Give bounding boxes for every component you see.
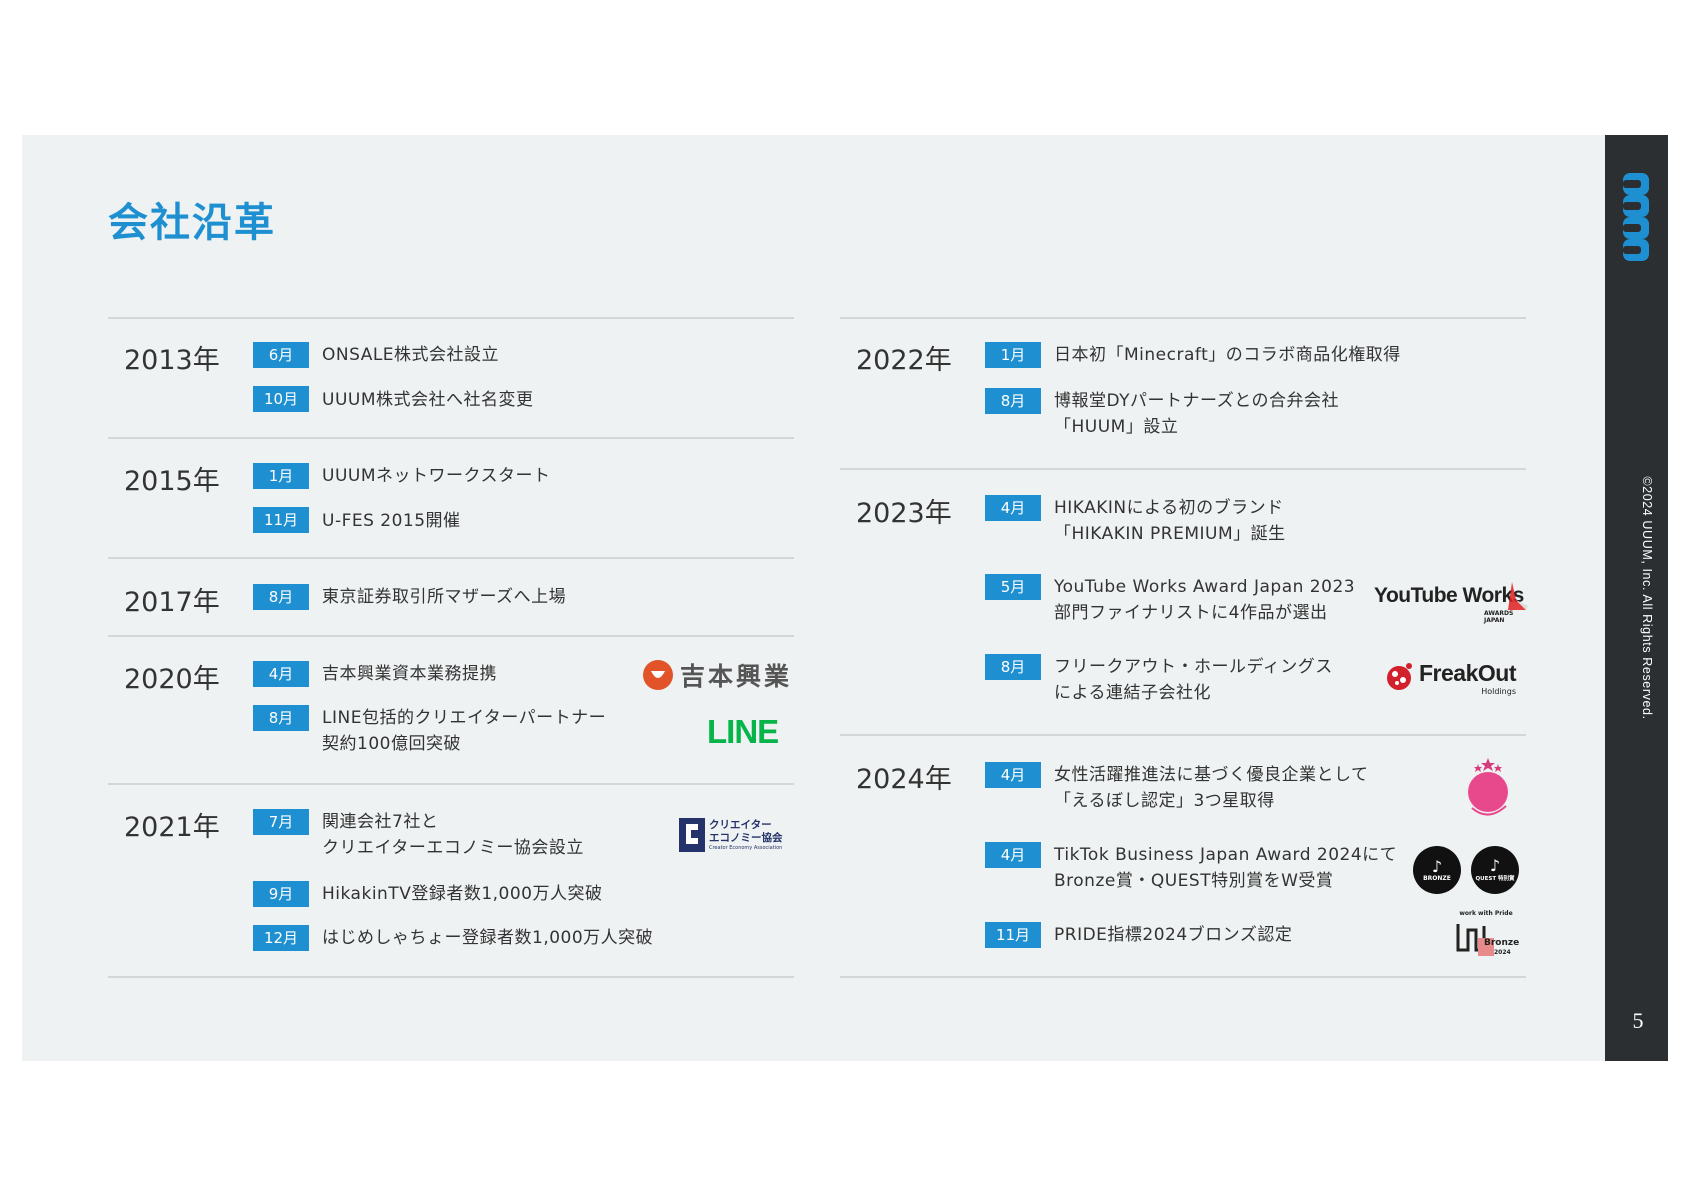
event-text: HIKAKINによる初のブランド [1054, 498, 1284, 518]
year-label: 2013年 [124, 345, 220, 376]
tiktok-note-icon: ♪ [1489, 856, 1501, 875]
year-label: 2017年 [124, 587, 220, 618]
yoshimoto-logo: 吉本興業 [642, 657, 792, 693]
youtube-works-subtext: AWARDS JAPAN [1484, 610, 1514, 624]
event-text: 吉本興業資本業務提携 [322, 664, 497, 684]
tiktok-note-icon: ♪ [1431, 856, 1443, 876]
event-text-line2: 「HIKAKIN PREMIUM」誕生 [1054, 524, 1286, 544]
event-text: YouTube Works Award Japan 2023 [1054, 577, 1356, 597]
event-text: PRIDE指標2024ブロンズ認定 [1054, 925, 1293, 945]
divider [108, 635, 794, 637]
cea-text-line1: クリエイター [709, 819, 772, 831]
youtube-works-awards-logo: YouTube Works AWARDS JAPAN [1374, 582, 1534, 624]
event-text-line2: 「えるぼし認定」3つ星取得 [1054, 791, 1275, 811]
freakout-holdings-logo: FreakOut Holdings [1385, 660, 1516, 696]
eruboshi-star-icon [1481, 758, 1495, 771]
pride-year-text: 2024 [1494, 949, 1511, 956]
month-badge: 10月 [253, 386, 309, 412]
month-badge: 4月 [985, 762, 1041, 788]
event-text: TikTok Business Japan Award 2024にて [1054, 845, 1398, 865]
year-label: 2022年 [856, 345, 952, 376]
eruboshi-certification-logo [1468, 758, 1508, 816]
month-badge: 11月 [985, 922, 1041, 948]
line-logo: LINE [707, 713, 779, 750]
event-text-line2: 契約100億回突破 [322, 734, 461, 754]
month-badge: 9月 [253, 881, 309, 907]
divider [108, 317, 794, 319]
event-text: フリークアウト・ホールディングス [1054, 657, 1333, 677]
month-badge: 11月 [253, 507, 309, 533]
copyright-text: ©2024 UUUM, Inc. All Rights Reserved. [1640, 476, 1654, 720]
event-text: 日本初「Minecraft」のコラボ商品化権取得 [1054, 345, 1401, 365]
month-badge: 8月 [253, 584, 309, 610]
event-text: HikakinTV登録者数1,000万人突破 [322, 884, 603, 904]
freakout-mark-icon [1387, 663, 1412, 690]
event-text-line2: Bronze賞・QUEST特別賞をW受賞 [1054, 871, 1334, 891]
divider [108, 437, 794, 439]
month-badge: 8月 [985, 654, 1041, 680]
event-text: UUUMネットワークスタート [322, 466, 551, 486]
page-title: 会社沿革 [108, 200, 276, 246]
divider [840, 468, 1526, 470]
copyright-notice: ©2024 UUUM, Inc. All Rights Reserved. [1637, 476, 1657, 720]
cea-subtext: Creator Economy Association [709, 845, 783, 851]
freakout-subtext: Holdings [1481, 687, 1516, 696]
creator-economy-association-logo: クリエイター エコノミー協会 Creator Economy Associati… [679, 818, 783, 852]
month-badge: 4月 [985, 495, 1041, 521]
youtube-works-flag-icon [1508, 582, 1528, 610]
event-text-line2: 部門ファイナリストに4作品が選出 [1054, 603, 1328, 623]
event-text: 東京証券取引所マザーズへ上場 [322, 587, 567, 607]
year-label: 2021年 [124, 812, 220, 843]
month-badge: 12月 [253, 925, 309, 951]
pride-bronze-text: Bronze [1484, 938, 1520, 948]
youtube-works-text: YouTube Works [1374, 584, 1524, 607]
cea-mark-icon [679, 818, 705, 852]
month-badge: 7月 [253, 809, 309, 835]
event-text: UUUM株式会社へ社名変更 [322, 390, 534, 410]
event-text: U-FES 2015開催 [322, 511, 461, 531]
tiktok-bronze-text: BRONZE [1423, 874, 1451, 882]
divider [840, 317, 1526, 319]
year-label: 2023年 [856, 498, 952, 529]
divider [108, 976, 794, 978]
divider [108, 783, 794, 785]
month-badge: 6月 [253, 342, 309, 368]
event-text: ONSALE株式会社設立 [322, 345, 500, 365]
pride-index-bronze-logo: work with Pride Bronze 2024 [1454, 910, 1520, 962]
month-badge: 8月 [253, 705, 309, 731]
uuum-logo [1623, 173, 1649, 261]
tiktok-quest-award-badge: ♪ QUEST 特別賞 [1471, 846, 1519, 894]
month-badge: 8月 [985, 388, 1041, 414]
pride-top-text: work with Pride [1459, 910, 1513, 917]
event-text: 関連会社7社と [322, 812, 439, 832]
month-badge: 4月 [253, 661, 309, 687]
tiktok-quest-text: QUEST 特別賞 [1475, 876, 1515, 882]
event-text: 博報堂DYパートナーズとの合弁会社 [1054, 391, 1340, 411]
year-label: 2020年 [124, 664, 220, 695]
month-badge: 4月 [985, 842, 1041, 868]
event-text-line2: 「HUUM」設立 [1054, 417, 1179, 437]
event-text-line2: クリエイターエコノミー協会設立 [322, 838, 584, 858]
yoshimoto-logo-text: 吉本興業 [680, 662, 793, 691]
divider [108, 557, 794, 559]
month-badge: 1月 [253, 463, 309, 489]
event-text-line2: による連結子会社化 [1054, 683, 1211, 703]
year-label: 2024年 [856, 764, 952, 795]
tiktok-bronze-award-badge: ♪ BRONZE [1413, 846, 1461, 894]
page-number: 5 [1632, 1008, 1644, 1033]
event-text: LINE包括的クリエイターパートナー [322, 708, 607, 728]
event-text: はじめしゃちょー登録者数1,000万人突破 [322, 928, 654, 948]
cea-text-line2: エコノミー協会 [709, 832, 783, 844]
yoshimoto-heart-icon [643, 660, 673, 690]
month-badge: 1月 [985, 342, 1041, 368]
year-label: 2015年 [124, 466, 220, 497]
month-badge: 5月 [985, 574, 1041, 600]
event-text: 女性活躍推進法に基づく優良企業として [1054, 765, 1369, 785]
divider [840, 734, 1526, 736]
divider [840, 976, 1526, 978]
freakout-text: FreakOut [1419, 660, 1516, 686]
